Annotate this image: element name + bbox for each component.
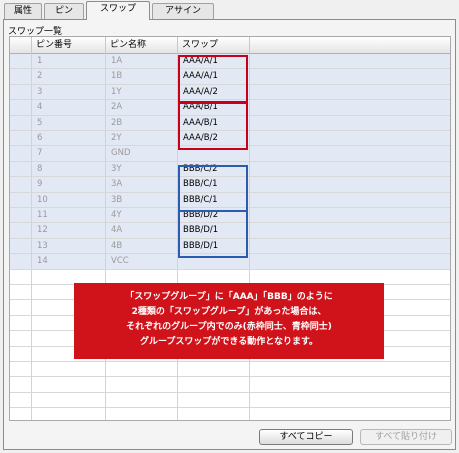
pin-name-cell: 2A <box>106 100 178 116</box>
pin-number-cell <box>32 392 106 408</box>
tab-swap[interactable]: スワップ <box>86 1 150 20</box>
swap-list-grid[interactable]: ピン番号 ピン名称 スワップ 1 1A AAA/A/1 2 1B AAA/A/1 3 1Y AA… <box>9 36 451 421</box>
notice-line-4: グループスワップができる動作となります。 <box>139 337 319 347</box>
pin-name-cell: GND <box>106 146 178 162</box>
tab-properties-label: 属性 <box>13 6 32 16</box>
notice-line-2: 2種類の「スワップグループ」があった場合は、 <box>131 307 327 317</box>
pin-name-cell: 4Y <box>106 208 178 223</box>
pin-number-cell: 7 <box>32 146 106 162</box>
pin-number-cell: 14 <box>32 254 106 270</box>
pin-number-cell: 1 <box>32 54 106 69</box>
pin-number-cell: 8 <box>32 161 106 177</box>
row-indicator-cell <box>10 377 32 393</box>
empty-row <box>10 377 450 393</box>
row-indicator-cell <box>10 300 32 316</box>
row-indicator-cell <box>10 54 32 69</box>
pin-number-cell <box>32 362 106 377</box>
row-indicator-cell <box>10 285 32 300</box>
pin-name-cell: 1Y <box>106 84 178 100</box>
row-indicator-cell <box>10 315 32 331</box>
pin-number-cell: 12 <box>32 223 106 239</box>
row-indicator-cell <box>10 161 32 177</box>
row-indicator-cell <box>10 408 32 420</box>
row-indicator-cell <box>10 115 32 131</box>
pin-number-cell: 9 <box>32 177 106 193</box>
row-indicator-cell <box>10 269 32 285</box>
pin-number-cell: 13 <box>32 238 106 254</box>
pin-name-cell: 3Y <box>106 161 178 177</box>
empty-row <box>10 392 450 409</box>
group-box-red-b <box>178 102 248 150</box>
pin-name-cell: 2B <box>106 115 178 131</box>
pin-name-cell <box>106 392 178 408</box>
pin-name-cell: 3B <box>106 192 178 208</box>
pin-number-cell: 6 <box>32 131 106 146</box>
swap-group-notice: 「スワップグループ」に「AAA」「BBB」のように 2種類の「スワップグループ」… <box>74 283 384 359</box>
pin-name-cell: 4A <box>106 223 178 239</box>
row-indicator-cell <box>10 192 32 208</box>
pin-number-cell: 3 <box>32 84 106 100</box>
row-indicator-cell <box>10 131 32 146</box>
row-indicator-cell <box>10 146 32 162</box>
group-box-red-a <box>178 55 248 103</box>
row-indicator-cell <box>10 223 32 239</box>
row-indicator-cell <box>10 392 32 408</box>
tab-pins-label: ピン <box>54 6 73 16</box>
header-row-indicator <box>10 37 32 54</box>
pin-name-cell <box>106 377 178 393</box>
swap-cell <box>178 392 250 408</box>
pin-number-cell: 4 <box>32 100 106 116</box>
empty-row <box>10 362 450 378</box>
notice-line-1: 「スワップグループ」に「AAA」「BBB」のように <box>125 292 333 302</box>
tab-assign[interactable]: アサイン <box>152 3 214 19</box>
row-indicator-cell <box>10 177 32 193</box>
empty-row <box>10 408 450 420</box>
pin-number-cell <box>32 377 106 393</box>
pin-number-cell: 11 <box>32 208 106 223</box>
grid-header: ピン番号 ピン名称 スワップ <box>10 37 450 54</box>
header-pin-name[interactable]: ピン名称 <box>106 37 178 54</box>
row-indicator-cell <box>10 100 32 116</box>
pin-number-cell: 5 <box>32 115 106 131</box>
pin-name-cell: 3A <box>106 177 178 193</box>
header-swap[interactable]: スワップ <box>178 37 250 54</box>
row-indicator-cell <box>10 69 32 85</box>
pin-name-cell: 1A <box>106 54 178 69</box>
notice-line-3: それぞれのグループ内でのみ(赤枠同士、青枠同士) <box>126 322 332 332</box>
pin-name-cell: 2Y <box>106 131 178 146</box>
row-indicator-cell <box>10 362 32 377</box>
pin-number-cell <box>32 408 106 420</box>
row-indicator-cell <box>10 254 32 270</box>
pin-name-cell: 4B <box>106 238 178 254</box>
tab-swap-label: スワップ <box>99 4 136 14</box>
tab-assign-label: アサイン <box>164 6 201 16</box>
pin-name-cell: 1B <box>106 69 178 85</box>
row-indicator-cell <box>10 208 32 223</box>
header-filler <box>250 37 450 54</box>
swap-cell <box>178 362 250 377</box>
group-box-blue-d <box>178 210 248 258</box>
swap-window: 属性 ピン スワップ アサイン スワップ一覧 ピン番号 ピン名称 スワップ 11… <box>0 0 459 453</box>
pin-name-cell: VCC <box>106 254 178 270</box>
row-indicator-cell <box>10 346 32 362</box>
row-indicator-cell <box>10 84 32 100</box>
tab-properties[interactable]: 属性 <box>4 3 42 19</box>
pin-number-cell: 10 <box>32 192 106 208</box>
pin-number-cell: 2 <box>32 69 106 85</box>
row-indicator-cell <box>10 331 32 347</box>
pin-name-cell <box>106 362 178 377</box>
tab-bar: 属性 ピン スワップ アサイン <box>0 0 459 20</box>
copy-all-button[interactable]: すべてコピー <box>259 429 353 445</box>
header-pin-number[interactable]: ピン番号 <box>32 37 106 54</box>
row-indicator-cell <box>10 238 32 254</box>
pin-name-cell <box>106 408 178 420</box>
tab-pins[interactable]: ピン <box>44 3 84 19</box>
swap-cell <box>178 377 250 393</box>
swap-cell <box>178 408 250 420</box>
group-box-blue-c <box>178 165 248 212</box>
paste-all-button[interactable]: すべて貼り付け <box>360 429 452 445</box>
